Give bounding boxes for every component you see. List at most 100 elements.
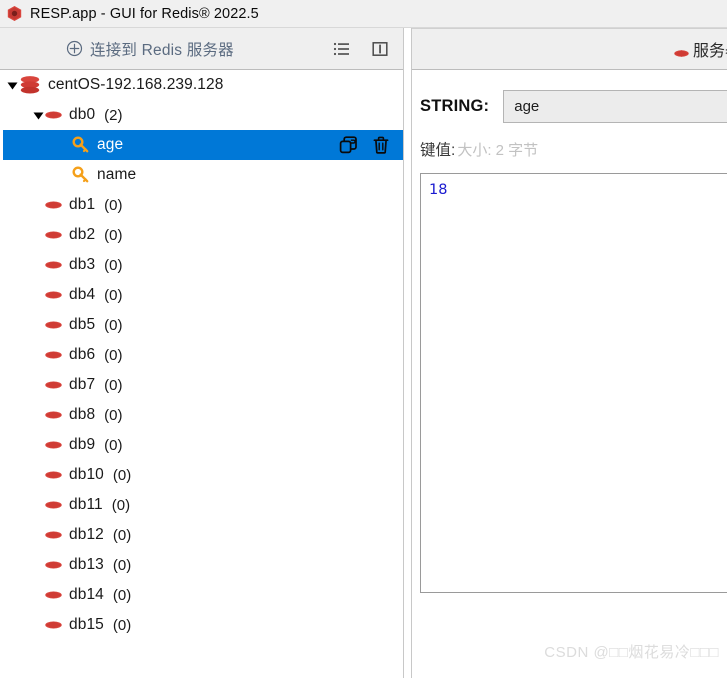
red-diamond-icon [45, 110, 62, 120]
tree-node-key-count: (0) [104, 316, 123, 334]
chevron-down-icon[interactable] [5, 78, 19, 92]
tree-node-label: db4 [69, 286, 96, 303]
left-toolbar: 连接到 Redis 服务器 [0, 28, 403, 70]
tree-node[interactable]: db7 (0) [3, 370, 403, 400]
key-name-input[interactable]: age [503, 90, 727, 123]
tree-node[interactable]: db11 (0) [3, 490, 403, 520]
tree-node[interactable]: db9 (0) [3, 430, 403, 460]
title-bar: RESP.app - GUI for Redis® 2022.5 [0, 0, 727, 27]
value-editor[interactable]: 18 [420, 173, 727, 593]
tree-node-label: db11 [69, 496, 103, 513]
tree-node-label: db15 [69, 616, 104, 633]
tree-node-label: db8 [69, 406, 96, 423]
tree-node-key-count: (0) [104, 406, 123, 424]
tree-node-label: db13 [69, 556, 104, 573]
value-meta-row: 键值: 大小: 2 字节 [412, 123, 727, 160]
tree-node-label: db7 [69, 376, 96, 393]
red-diamond-icon [45, 620, 62, 630]
tree-node[interactable]: db15 (0) [3, 610, 403, 640]
connect-button-label: 连接到 Redis 服务器 [90, 41, 234, 59]
tree-node-key-count: (0) [112, 526, 132, 544]
tree-node-key-count: (0) [104, 346, 123, 364]
red-diamond-icon [45, 230, 62, 240]
tree-node[interactable]: db2 (0) [3, 220, 403, 250]
red-diamond-icon [45, 320, 62, 330]
tree-node-list: centOS-192.168.239.128 db0 (2) age name db1 (0… [3, 70, 403, 640]
tree-node[interactable]: db0 (2) [3, 100, 403, 130]
tree-node-label: db1 [69, 196, 96, 213]
red-diamond-icon [45, 410, 62, 420]
value-caption-label: 键值: [420, 142, 456, 159]
splitter-line-left [403, 28, 404, 678]
tree-node[interactable]: db4 (0) [3, 280, 403, 310]
tree-node-label: db12 [69, 526, 104, 543]
tab-server[interactable]: 服务器 [674, 37, 727, 61]
tree-node-key-count: (0) [104, 196, 123, 214]
orange-key-icon [72, 136, 90, 154]
tree-row-actions [339, 130, 391, 160]
connect-to-redis-server-button[interactable]: 连接到 Redis 服务器 [66, 38, 234, 60]
tree-node-label: centOS-192.168.239.128 [48, 76, 224, 93]
red-diamond-icon [45, 560, 62, 570]
split-pane-icon[interactable] [371, 40, 389, 58]
red-diamond-icon [45, 380, 62, 390]
tree-node-key-count: (0) [104, 436, 123, 454]
key-type-row: STRING: age [412, 70, 727, 123]
value-editor-text: 18 [429, 182, 448, 198]
redis-key-tree: centOS-192.168.239.128 db0 (2) age name db1 (0… [0, 70, 403, 678]
tree-node-key-count: (0) [112, 466, 132, 484]
detail-tab-bar: 服务器 [412, 28, 727, 70]
tree-node[interactable]: db1 (0) [3, 190, 403, 220]
red-diamond-icon [45, 590, 62, 600]
red-diamond-icon [45, 290, 62, 300]
tree-node[interactable]: db10 (0) [3, 460, 403, 490]
tree-node[interactable]: centOS-192.168.239.128 [3, 70, 403, 100]
tree-node-key-count: (0) [104, 256, 123, 274]
tree-node[interactable]: db12 (0) [3, 520, 403, 550]
tree-node[interactable]: db14 (0) [3, 580, 403, 610]
tree-node-key-count: (0) [104, 226, 123, 244]
red-diamond-icon [45, 530, 62, 540]
red-diamond-icon [45, 440, 62, 450]
app-window: RESP.app - GUI for Redis® 2022.5 连接到 Red… [0, 0, 727, 678]
pane-splitter[interactable] [403, 28, 412, 678]
red-diamond-icon [45, 470, 62, 480]
trash-icon[interactable] [371, 135, 391, 155]
tree-node[interactable]: db6 (0) [3, 340, 403, 370]
red-diamond-icon [45, 500, 62, 510]
red-diamond-icon [45, 200, 62, 210]
tree-node-label: db14 [69, 586, 104, 603]
tree-node[interactable]: db5 (0) [3, 310, 403, 340]
tree-node-label: db5 [69, 316, 96, 333]
tree-node-key-count: (0) [104, 376, 123, 394]
database-stack-icon [19, 75, 41, 95]
tree-node-label: db6 [69, 346, 96, 363]
key-detail-pane: STRING: age 键值: 大小: 2 字节 18 [412, 70, 727, 678]
copy-key-icon[interactable] [339, 135, 359, 155]
tree-node[interactable]: db13 (0) [3, 550, 403, 580]
tree-node-key-count: (0) [112, 616, 132, 634]
redis-cube-icon [6, 5, 23, 22]
list-view-icon[interactable] [333, 40, 351, 58]
tree-node-label: db9 [69, 436, 96, 453]
red-diamond-icon [45, 350, 62, 360]
tree-node-key-count: (0) [104, 286, 123, 304]
chevron-down-icon[interactable] [31, 108, 45, 122]
tree-node[interactable]: name [3, 160, 403, 190]
tree-node-label: db3 [69, 256, 96, 273]
tree-node-label: db10 [69, 466, 104, 483]
tree-node-selected[interactable]: age [3, 130, 403, 160]
tree-node[interactable]: db3 (0) [3, 250, 403, 280]
tree-node-label: name [97, 166, 137, 183]
orange-key-icon [72, 166, 90, 184]
value-size-label: 大小: 2 字节 [457, 142, 539, 159]
toolbar-icon-group [333, 40, 403, 58]
key-type-label: STRING: [420, 97, 490, 115]
tree-node[interactable]: db8 (0) [3, 400, 403, 430]
tab-server-label: 服务器 [692, 43, 727, 60]
red-diamond-icon [674, 45, 689, 57]
tree-node-key-count: (0) [112, 586, 132, 604]
tree-node-label: db0 [69, 106, 96, 123]
tree-node-key-count: (2) [104, 106, 123, 124]
red-diamond-icon [45, 260, 62, 270]
